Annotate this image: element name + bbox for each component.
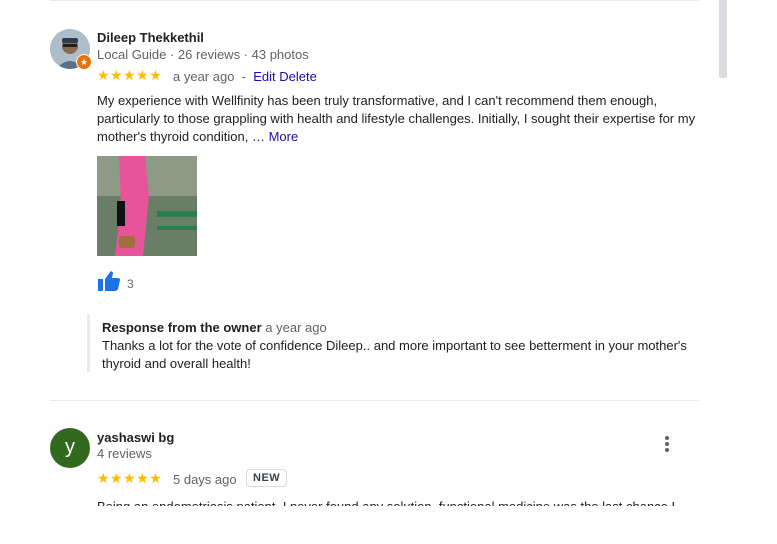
more-link[interactable]: More	[269, 129, 299, 144]
owner-response-time: a year ago	[265, 320, 327, 335]
star-rating: ★★★★★	[97, 67, 163, 83]
like-count: 3	[127, 277, 134, 291]
scrollbar-thumb[interactable]	[719, 0, 727, 78]
local-guide-badge-icon: ★	[76, 54, 92, 70]
review-text-2: Being an endometriosis patient, I never …	[97, 498, 697, 506]
time-separator: -	[241, 69, 247, 84]
owner-response-header: Response from the owner a year ago	[102, 320, 327, 335]
new-badge: NEW	[246, 469, 288, 487]
owner-response-text: Thanks a lot for the vote of confidence …	[102, 338, 687, 371]
owner-response-title: Response from the owner	[102, 320, 262, 335]
delete-link[interactable]: Delete	[279, 69, 317, 84]
review-text-block: My experience with Wellfinity has been t…	[97, 92, 707, 146]
review-time: a year ago - Edit Delete	[173, 69, 317, 84]
thumbs-up-icon[interactable]	[97, 270, 121, 292]
top-divider	[50, 0, 699, 1]
reviewer-meta: Local Guide · 26 reviews · 43 photos	[97, 47, 309, 62]
star-rating-2: ★★★★★	[97, 470, 163, 486]
review-divider	[50, 400, 699, 401]
review-photo-image	[97, 156, 197, 256]
reviewer-meta-2: 4 reviews	[97, 446, 152, 461]
more-options-icon[interactable]	[658, 434, 676, 456]
edit-link[interactable]: Edit	[253, 69, 275, 84]
reviewer-name-2[interactable]: yashaswi bg	[97, 430, 174, 445]
owner-response-bar	[87, 314, 90, 372]
reviewer-name[interactable]: Dileep Thekkethil	[97, 30, 204, 45]
review-text: My experience with Wellfinity has been t…	[97, 93, 696, 144]
review-photo[interactable]	[97, 156, 197, 256]
review-time-2: 5 days ago	[173, 472, 237, 487]
reviewer-avatar-letter[interactable]: y	[50, 428, 90, 468]
review-time-text: a year ago	[173, 69, 235, 84]
